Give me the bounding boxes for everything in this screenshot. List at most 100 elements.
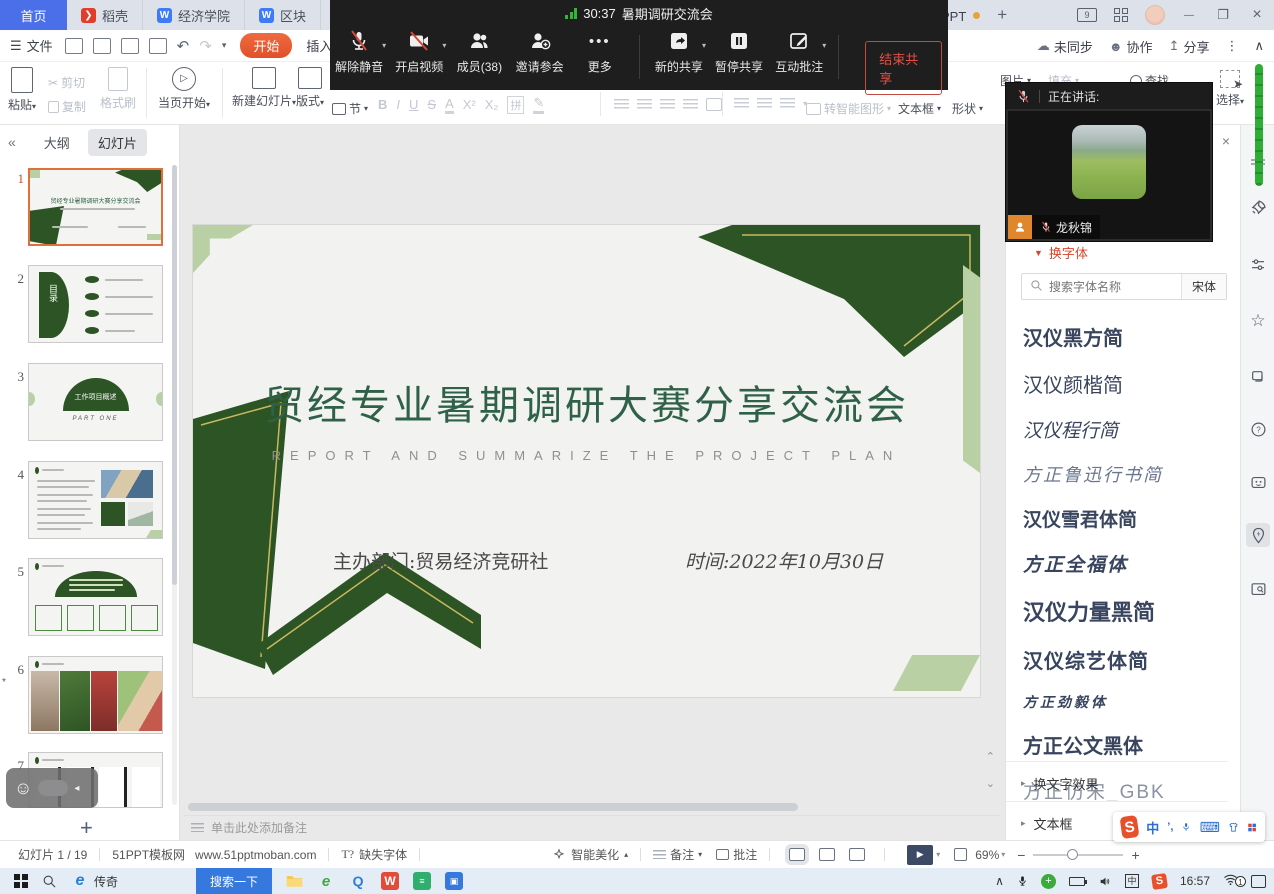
zoom-in-button[interactable]: + xyxy=(1131,847,1139,863)
ime-punctuation[interactable]: ’, xyxy=(1167,821,1173,833)
font-option[interactable]: 汉仪黑方简 xyxy=(1006,313,1228,360)
reaction-overlay[interactable]: ☺ ◂ xyxy=(6,768,98,808)
slide-organizer[interactable]: 主办部门:贸易经济竞研社 xyxy=(333,547,548,574)
antivirus-icon[interactable]: + xyxy=(1041,874,1056,889)
ime-mode-chinese[interactable]: 中 xyxy=(1146,818,1159,837)
invite-button[interactable]: 邀请参会 xyxy=(511,29,569,75)
missing-font-button[interactable]: 缺失字体 xyxy=(359,846,407,863)
normal-view-button[interactable] xyxy=(789,848,805,861)
file-menu[interactable]: ☰文件 xyxy=(0,36,65,55)
superscript-button[interactable]: X² xyxy=(463,97,476,112)
docer-resources-icon[interactable] xyxy=(1246,195,1270,219)
more-button[interactable]: ••• 更多 xyxy=(571,29,629,75)
font-option[interactable]: 汉仪雪君体简 xyxy=(1006,496,1228,541)
thumbnails-scrollbar[interactable] xyxy=(172,165,177,805)
strikethrough-button[interactable]: S xyxy=(427,97,436,112)
font-option[interactable]: 汉仪力量黑简 xyxy=(1006,586,1228,636)
green-scrollbar[interactable] xyxy=(1255,64,1263,186)
help-icon[interactable]: ? xyxy=(1246,417,1270,441)
subscript-button[interactable]: X₂ xyxy=(485,97,499,112)
thumbnail-slide-5[interactable] xyxy=(28,558,163,636)
share-button[interactable]: ↥分享 xyxy=(1169,37,1210,56)
highlighter-icon[interactable]: ✎ xyxy=(533,95,544,114)
reading-mode-icon[interactable] xyxy=(1246,577,1270,601)
distribute-icon[interactable] xyxy=(706,98,722,111)
youdao-button[interactable]: ≡ xyxy=(413,872,431,890)
list-spacing-icon[interactable] xyxy=(780,98,795,109)
file-explorer-button[interactable] xyxy=(286,874,303,888)
quick-tools-icon[interactable] xyxy=(1246,523,1270,547)
thumbnail-slide-1[interactable]: 贸经专业暑期调研大赛分享交流会 xyxy=(28,168,163,246)
new-share-button[interactable]: 新的共享▾ xyxy=(650,29,708,75)
ime-toolbox-icon[interactable] xyxy=(1247,821,1257,834)
shapes-button[interactable]: 形状▾ xyxy=(952,100,983,117)
justify-icon[interactable] xyxy=(683,99,698,110)
start-button[interactable] xyxy=(14,874,28,888)
export-icon[interactable] xyxy=(93,38,111,54)
tab-doc-blockchain[interactable]: W区块 xyxy=(245,0,321,30)
slide-sorter-button[interactable] xyxy=(819,848,835,861)
tray-expand-icon[interactable]: ∧ xyxy=(995,874,1004,888)
volume-icon[interactable] xyxy=(1098,875,1112,888)
zoom-out-button[interactable]: − xyxy=(1017,847,1025,863)
tab-slides[interactable]: 幻灯片 xyxy=(88,129,147,156)
font-option[interactable]: 方正鲁迅行书简 xyxy=(1006,452,1228,496)
collapse-ribbon-icon[interactable]: ∧ xyxy=(1254,38,1264,54)
comment-button[interactable]: 批注 xyxy=(716,846,757,863)
wps-button[interactable]: W xyxy=(381,872,399,890)
font-search-input[interactable] xyxy=(1049,280,1181,294)
tray-sogou-icon[interactable]: S xyxy=(1151,873,1168,890)
tray-mic-icon[interactable] xyxy=(1017,874,1028,888)
format-painter-button[interactable]: 格式刷 xyxy=(100,67,136,111)
panel-close-icon[interactable]: × xyxy=(1222,133,1230,149)
clock[interactable]: 16:57 xyxy=(1180,874,1210,888)
collapse-overlay-icon[interactable]: ◂ xyxy=(74,783,79,794)
slide-subtitle[interactable]: REPORT AND SUMMARIZE THE PROJECT PLAN xyxy=(193,448,980,463)
redo-button[interactable]: ↷ xyxy=(199,37,212,55)
thumbnail-slide-4[interactable] xyxy=(28,461,163,539)
user-avatar[interactable] xyxy=(1138,5,1172,25)
thumbnail-slide-2[interactable]: 目录 xyxy=(28,265,163,343)
undo-button[interactable]: ↶ xyxy=(177,37,190,55)
ribbon-tab-start[interactable]: 开始 xyxy=(240,33,292,58)
zoom-percent[interactable]: 69% xyxy=(975,848,999,862)
annotate-button[interactable]: 互动批注▾ xyxy=(770,29,828,75)
cut-button[interactable]: ✂剪切 xyxy=(48,74,85,91)
horizontal-scrollbar[interactable] xyxy=(188,803,985,811)
close-button[interactable]: × xyxy=(1240,6,1274,24)
align-center-icon[interactable] xyxy=(637,99,652,110)
beautify-button[interactable]: 智能美化 ▴ xyxy=(552,846,628,863)
font-color-button[interactable]: A xyxy=(445,96,454,114)
ime-mic-icon[interactable] xyxy=(1181,820,1191,834)
reading-view-button[interactable] xyxy=(849,848,865,861)
end-share-button[interactable]: 结束共享 xyxy=(865,41,942,95)
zoom-slider[interactable] xyxy=(1033,854,1123,856)
start-video-button[interactable]: 开启视频▾ xyxy=(390,29,448,75)
template-url[interactable]: www.51pptmoban.com xyxy=(195,848,316,862)
notification-center-icon[interactable] xyxy=(1251,875,1266,888)
switch-window-icon[interactable] xyxy=(1246,365,1270,389)
ime-keyboard-icon[interactable]: ⌨ xyxy=(1200,819,1220,836)
tab-docer[interactable]: ❯稻壳 xyxy=(67,0,143,30)
star-features-icon[interactable]: ☆ xyxy=(1246,309,1270,333)
play-from-current-button[interactable]: ▷ 当页开始▾ xyxy=(158,67,210,111)
taskbar-search-button[interactable]: 搜索一下 xyxy=(196,868,272,894)
taskbar-ie-legend[interactable]: e 传奇 xyxy=(71,872,118,890)
slideshow-button[interactable]: ▶ xyxy=(907,845,933,865)
add-slide-button[interactable]: + xyxy=(80,815,93,841)
line-spacing-icon[interactable] xyxy=(734,98,749,109)
slideshow-dropdown-icon[interactable]: ▾ xyxy=(936,850,940,859)
align-left-icon[interactable] xyxy=(614,99,629,110)
sogou-logo-icon[interactable]: S xyxy=(1120,815,1140,839)
ime-skin-icon[interactable] xyxy=(1228,821,1239,834)
font-option[interactable]: 汉仪程行简 xyxy=(1006,407,1228,452)
members-button[interactable]: 成员(38) xyxy=(450,29,508,75)
zoom-slider-handle[interactable] xyxy=(1067,849,1078,860)
tab-outline[interactable]: 大纲 xyxy=(34,129,80,156)
font-option[interactable]: 方正全福体 xyxy=(1006,541,1228,586)
collaborate-button[interactable]: ☻协作 xyxy=(1109,37,1153,56)
collapse-panel-icon[interactable]: « xyxy=(0,134,26,150)
para-spacing-icon[interactable] xyxy=(757,98,772,109)
slide-title[interactable]: 贸经专业暑期调研大赛分享交流会 xyxy=(193,373,980,431)
thumbnail-slide-3[interactable]: 工作项目概述 PART ONE xyxy=(28,363,163,441)
